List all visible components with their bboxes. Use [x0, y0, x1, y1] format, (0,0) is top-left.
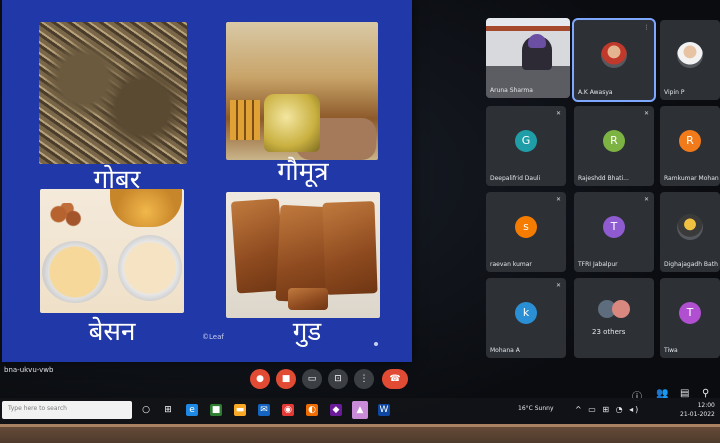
participant-name: Vipin P — [664, 89, 685, 96]
jaggery-image — [226, 192, 380, 318]
participants-grid: Aruna Sharma ⋮ A.K Awasya Vipin P G ✕ De… — [482, 14, 720, 360]
more-options-button[interactable]: ⋮ — [354, 369, 374, 389]
participant-video — [522, 34, 552, 70]
participant-name: raevan kumar — [490, 261, 532, 268]
bottle — [264, 94, 320, 152]
active-app-icon[interactable]: ▲ — [352, 401, 368, 419]
participant-name: Mohana A — [490, 347, 520, 354]
more-icon: ⋮ — [359, 374, 369, 384]
avatar: R — [679, 130, 701, 153]
participant-name: TFRI Jabalpur — [578, 261, 618, 268]
participant-tile[interactable]: R Ramkumar Mohan — [660, 106, 720, 186]
firefox-icon[interactable]: ◐ — [306, 404, 318, 416]
chrome-icon[interactable]: ◉ — [282, 404, 294, 416]
participant-name: Rajeshdd Bhati... — [578, 175, 629, 182]
participant-tile[interactable]: R ✕ Rajeshdd Bhati... — [574, 106, 654, 186]
jar — [110, 189, 182, 227]
slide-dot — [374, 342, 378, 346]
participant-name: A.K Awasya — [578, 89, 613, 96]
present-button[interactable]: ⊡ — [328, 369, 348, 389]
system-tray[interactable]: ^ ▭ ⊞ ◔ ◂) — [575, 405, 640, 414]
others-avatars — [598, 300, 630, 318]
participant-tile[interactable]: T Tiwa — [660, 278, 720, 358]
avatar: G — [515, 130, 537, 153]
participant-name: Deepalifrid Dauli — [490, 175, 541, 182]
mic-off-button[interactable]: ● — [250, 369, 270, 389]
taskbar: Type here to search ○ ⊞ e ■ ▬ ✉ ◉ ◐ ◆ ▲ … — [0, 398, 720, 424]
app-icon[interactable]: ◆ — [330, 404, 342, 416]
avatar: R — [603, 130, 625, 153]
participant-tile[interactable]: Dighajagadh Bath — [660, 192, 720, 272]
camera-off-icon: ■ — [281, 374, 291, 384]
jaggery-block — [322, 201, 378, 295]
participant-tile[interactable]: Vipin P — [660, 20, 720, 100]
caption-gaumutra: गौमूत्र — [277, 157, 329, 187]
bezel-edge — [0, 424, 720, 427]
avatar — [677, 214, 703, 241]
end-call-icon: ☎ — [389, 374, 401, 384]
mic-off-icon: ✕ — [643, 196, 650, 203]
weather-widget[interactable]: 16°C Sunny — [518, 405, 554, 412]
presentation-slide: गोबर गौमूत्र बेसन गुड ©Leaf — [2, 0, 412, 362]
participant-name: Ramkumar Mohan — [664, 175, 719, 182]
search-placeholder: Type here to search — [8, 405, 67, 412]
captions-icon: ▭ — [307, 374, 317, 384]
flour-bowl — [42, 241, 108, 303]
jaggery-block — [288, 288, 328, 310]
avatar: s — [515, 216, 537, 239]
flour-bowl — [118, 235, 182, 301]
participant-name: Tiwa — [664, 347, 678, 354]
present-icon: ⊡ — [334, 374, 342, 384]
clock[interactable]: 12:00 21-01-2022 — [680, 401, 715, 419]
participant-tile[interactable]: ⋮ A.K Awasya — [572, 18, 656, 102]
folder-icon[interactable]: ▬ — [234, 404, 246, 416]
mail-icon[interactable]: ✉ — [258, 404, 270, 416]
store-icon[interactable]: ■ — [210, 404, 222, 416]
clock-date: 21-01-2022 — [680, 411, 715, 418]
chickpeas — [46, 203, 88, 231]
clock-time: 12:00 — [697, 402, 715, 409]
taskbar-search[interactable]: Type here to search — [2, 401, 132, 419]
meeting-code: bna-ukvu-vwb — [4, 366, 54, 374]
others-count: 23 others — [592, 328, 626, 336]
more-icon[interactable]: ⋮ — [643, 24, 650, 31]
cow-dung-image — [39, 22, 187, 164]
widgets-icon[interactable]: ⊞ — [162, 404, 174, 416]
mic-off-icon: ✕ — [555, 282, 562, 289]
mic-off-icon: ✕ — [555, 110, 562, 117]
monitor-bezel — [0, 424, 720, 443]
leave-call-button[interactable]: ☎ — [382, 369, 408, 389]
participant-tile[interactable]: s ✕ raevan kumar — [486, 192, 566, 272]
avatar: T — [679, 302, 701, 325]
gram-flour-image — [40, 189, 184, 313]
participant-tile[interactable]: 23 others — [574, 278, 654, 358]
participant-tile[interactable]: k ✕ Mohana A — [486, 278, 566, 358]
mic-off-icon: ✕ — [643, 110, 650, 117]
participant-name: Aruna Sharma — [490, 87, 533, 94]
mic-off-icon: ✕ — [555, 196, 562, 203]
screen: गोबर गौमूत्र बेसन गुड ©Leaf Aruna Sharma… — [0, 0, 720, 443]
caption-besan: बेसन — [88, 317, 136, 347]
avatar: T — [603, 216, 625, 239]
participant-tile[interactable]: G ✕ Deepalifrid Dauli — [486, 106, 566, 186]
avatar — [677, 42, 703, 69]
participant-tile[interactable]: Aruna Sharma — [486, 18, 570, 98]
edge-icon[interactable]: e — [186, 404, 198, 416]
caption-gud: गुड — [292, 317, 322, 347]
participant-tile[interactable]: T ✕ TFRI Jabalpur — [574, 192, 654, 272]
bottle-shelf — [230, 100, 260, 140]
captions-button[interactable]: ▭ — [302, 369, 322, 389]
image-credit: ©Leaf — [202, 333, 224, 341]
task-view-icon[interactable]: ○ — [140, 404, 152, 416]
camera-off-button[interactable]: ■ — [276, 369, 296, 389]
mic-off-icon: ● — [256, 374, 264, 384]
avatar: k — [515, 302, 537, 325]
avatar — [601, 42, 627, 69]
word-icon[interactable]: W — [378, 404, 390, 416]
avatar — [612, 300, 630, 318]
participant-name: Dighajagadh Bath — [664, 261, 718, 268]
cow-urine-image — [226, 22, 378, 160]
